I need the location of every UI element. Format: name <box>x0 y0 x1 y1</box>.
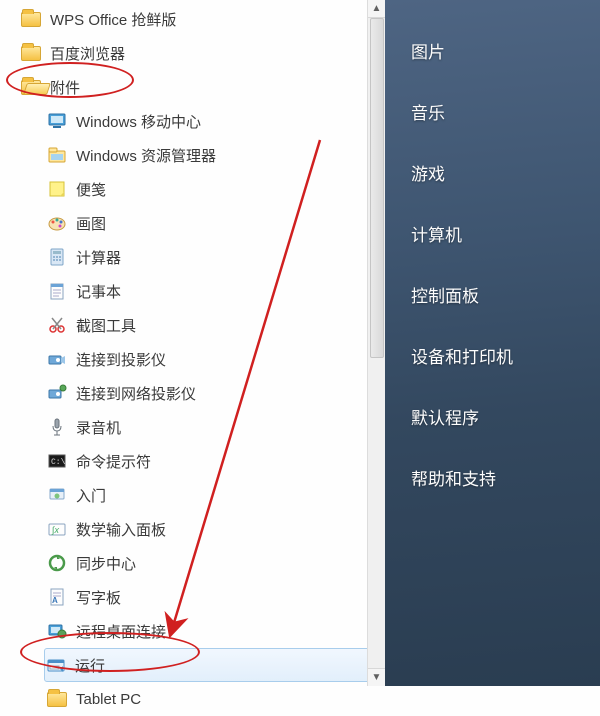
right-item-pictures[interactable]: 图片 <box>385 20 600 81</box>
label: 入门 <box>76 485 106 506</box>
label: 百度浏览器 <box>50 43 125 64</box>
folder-open-icon <box>20 76 42 98</box>
label: 运行 <box>75 655 105 676</box>
right-item-computer[interactable]: 计算机 <box>385 203 600 264</box>
label: Tablet PC <box>76 691 141 708</box>
right-item-controlpanel[interactable]: 控制面板 <box>385 264 600 325</box>
program-item-wps[interactable]: WPS Office 抢鲜版 <box>0 2 385 36</box>
program-item-mobility[interactable]: Windows 移动中心 <box>0 104 385 138</box>
program-list: WPS Office 抢鲜版 百度浏览器 附件 Windows 移动中心 Win… <box>0 0 385 686</box>
paint-icon <box>46 212 68 234</box>
program-item-mic[interactable]: 录音机 <box>0 410 385 444</box>
getstarted-icon <box>46 484 68 506</box>
calc-icon <box>46 246 68 268</box>
label: WPS Office 抢鲜版 <box>50 9 176 30</box>
label: 记事本 <box>76 281 121 302</box>
program-item-sticky[interactable]: 便笺 <box>0 172 385 206</box>
svg-text:∫x: ∫x <box>51 525 59 535</box>
program-item-snip[interactable]: 截图工具 <box>0 308 385 342</box>
math-icon: ∫x <box>46 518 68 540</box>
label: 命令提示符 <box>76 451 151 472</box>
scrollbar[interactable]: ▲ ▼ <box>367 0 385 686</box>
sync-icon <box>46 552 68 574</box>
remote-icon <box>46 620 68 642</box>
label: Windows 移动中心 <box>76 111 201 132</box>
label: Windows 资源管理器 <box>76 145 216 166</box>
program-item-remote[interactable]: 远程桌面连接 <box>0 614 385 648</box>
label: 便笺 <box>76 179 106 200</box>
program-item-sync[interactable]: 同步中心 <box>0 546 385 580</box>
right-item-games[interactable]: 游戏 <box>385 142 600 203</box>
svg-text:C:\: C:\ <box>51 458 66 467</box>
wordpad-icon: A <box>46 586 68 608</box>
program-item-baidu[interactable]: 百度浏览器 <box>0 36 385 70</box>
label: 写字板 <box>76 587 121 608</box>
program-item-projector[interactable]: 连接到投影仪 <box>0 342 385 376</box>
right-item-defaultprogs[interactable]: 默认程序 <box>385 386 600 447</box>
explorer-icon <box>46 144 68 166</box>
sticky-icon <box>46 178 68 200</box>
run-icon <box>45 654 67 676</box>
folder-icon <box>20 42 42 64</box>
netproj-icon <box>46 382 68 404</box>
label: 录音机 <box>76 417 121 438</box>
right-panel: 图片 音乐 游戏 计算机 控制面板 设备和打印机 默认程序 帮助和支持 <box>385 0 600 686</box>
label: 附件 <box>50 77 80 98</box>
program-item-explorer[interactable]: Windows 资源管理器 <box>0 138 385 172</box>
right-item-music[interactable]: 音乐 <box>385 81 600 142</box>
label: 连接到投影仪 <box>76 349 166 370</box>
program-item-wordpad[interactable]: A 写字板 <box>0 580 385 614</box>
label: 计算器 <box>76 247 121 268</box>
folder-icon <box>46 688 68 710</box>
program-item-cmd[interactable]: C:\ 命令提示符 <box>0 444 385 478</box>
notepad-icon <box>46 280 68 302</box>
label: 连接到网络投影仪 <box>76 383 196 404</box>
scroll-up-icon[interactable]: ▲ <box>368 0 385 18</box>
program-item-calc[interactable]: 计算器 <box>0 240 385 274</box>
label: 画图 <box>76 213 106 234</box>
folder-icon <box>20 8 42 30</box>
cmd-icon: C:\ <box>46 450 68 472</box>
right-item-help[interactable]: 帮助和支持 <box>385 447 600 508</box>
program-item-run[interactable]: 运行 <box>44 648 379 682</box>
right-item-devices[interactable]: 设备和打印机 <box>385 325 600 386</box>
program-item-netproj[interactable]: 连接到网络投影仪 <box>0 376 385 410</box>
label: 同步中心 <box>76 553 136 574</box>
mobility-icon <box>46 110 68 132</box>
label: 远程桌面连接 <box>76 621 166 642</box>
program-item-notepad[interactable]: 记事本 <box>0 274 385 308</box>
mic-icon <box>46 416 68 438</box>
program-item-tabletpc[interactable]: Tablet PC <box>0 682 385 716</box>
program-item-math[interactable]: ∫x 数学输入面板 <box>0 512 385 546</box>
program-item-accessories[interactable]: 附件 <box>0 70 385 104</box>
snip-icon <box>46 314 68 336</box>
svg-text:A: A <box>52 596 58 605</box>
program-item-paint[interactable]: 画图 <box>0 206 385 240</box>
scroll-down-icon[interactable]: ▼ <box>368 668 385 686</box>
label: 截图工具 <box>76 315 136 336</box>
program-item-getstarted[interactable]: 入门 <box>0 478 385 512</box>
projector-icon <box>46 348 68 370</box>
scrollbar-thumb[interactable] <box>370 18 384 358</box>
label: 数学输入面板 <box>76 519 166 540</box>
